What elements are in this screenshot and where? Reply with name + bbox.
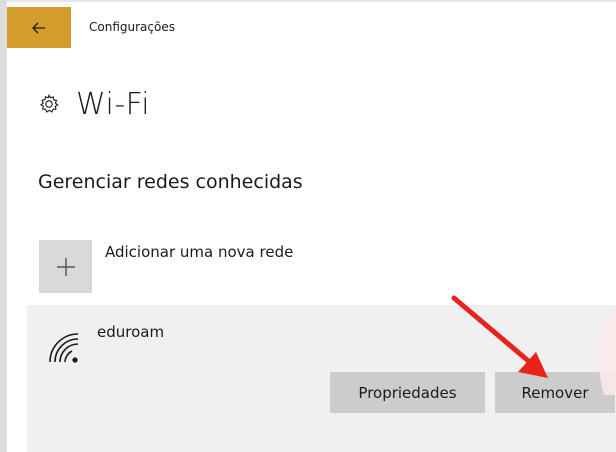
app-title: Configurações (89, 20, 175, 34)
page-title: Wi-Fi (76, 86, 151, 122)
plus-icon (56, 257, 75, 276)
page-header: Wi-Fi (38, 86, 150, 122)
back-arrow-icon (32, 22, 45, 33)
gear-icon (39, 93, 59, 113)
add-network-tile (39, 240, 92, 293)
wifi-icon (49, 333, 79, 363)
network-name: eduroam (97, 323, 165, 341)
add-network-label: Adicionar uma nova rede (105, 243, 294, 261)
section-title: Gerenciar redes conhecidas (38, 171, 303, 193)
network-list-item[interactable]: eduroam Propriedades Remover (27, 305, 616, 452)
add-network-button[interactable]: Adicionar uma nova rede (38, 239, 378, 294)
back-button[interactable] (7, 7, 71, 48)
remove-button[interactable]: Remover (495, 372, 615, 413)
window-frame-left (0, 0, 7, 452)
properties-button[interactable]: Propriedades (330, 372, 485, 413)
